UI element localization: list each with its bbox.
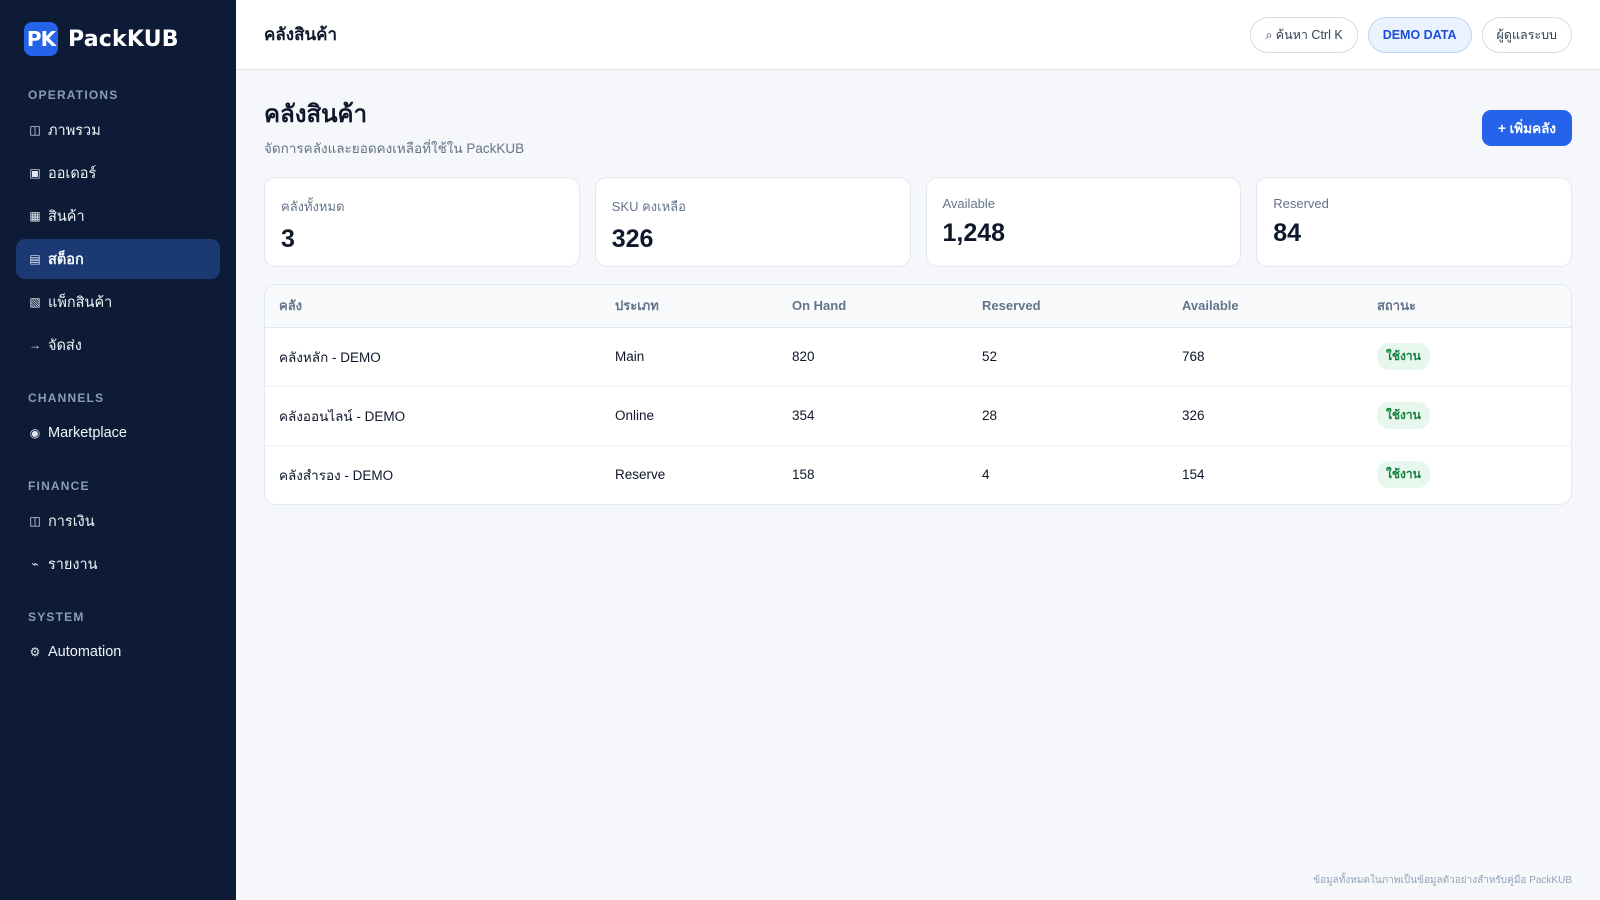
cell-reserved: 28 bbox=[968, 386, 1168, 446]
main-content: คลังสินค้า จัดการคลังและยอดคงเหลือที่ใช้… bbox=[264, 70, 1572, 505]
sidebar-item-label: การเงิน bbox=[48, 513, 95, 530]
finance-icon: ◫ bbox=[29, 514, 41, 528]
cell-type: Online bbox=[601, 386, 778, 446]
stat-value: 326 bbox=[611, 225, 654, 253]
cell-reserved: 52 bbox=[968, 327, 1168, 387]
page-heading: คลังสินค้า จัดการคลังและยอดคงเหลือที่ใช้… bbox=[264, 94, 524, 159]
stat-card-sku-remaining: SKU คงเหลือ 326 bbox=[594, 177, 911, 267]
section-title-system: SYSTEM bbox=[28, 610, 85, 624]
cell-status: ใช้งาน bbox=[1363, 386, 1571, 446]
sidebar-item-stock[interactable]: ▤ สต็อก bbox=[16, 239, 220, 279]
reports-icon: ⌁ bbox=[31, 557, 39, 571]
cell-status: ใช้งาน bbox=[1363, 445, 1571, 504]
status-badge: ใช้งาน bbox=[1377, 343, 1430, 370]
cell-reserved: 4 bbox=[982, 467, 990, 483]
sidebar-item-label: สินค้า bbox=[48, 208, 85, 225]
cell-warehouse-name: คลังออนไลน์ - DEMO bbox=[265, 386, 601, 446]
gear-icon: ⚙ bbox=[29, 645, 41, 659]
sidebar-item-label: แพ็กสินค้า bbox=[48, 294, 113, 311]
cell-type: Reserve bbox=[615, 467, 666, 483]
stat-label: Available bbox=[942, 196, 996, 211]
stat-label: คลังทั้งหมด bbox=[281, 199, 345, 214]
stats-row: คลังทั้งหมด 3 SKU คงเหลือ 326 Available … bbox=[264, 177, 1572, 267]
add-warehouse-button[interactable]: + เพิ่มคลัง bbox=[1482, 110, 1572, 146]
column-header-status[interactable]: สถานะ bbox=[1363, 285, 1571, 328]
stat-value: 84 bbox=[1273, 219, 1302, 247]
cell-available: 154 bbox=[1182, 467, 1205, 483]
cell-warehouse-name: คลังสำรอง - DEMO bbox=[279, 467, 394, 483]
table-row[interactable]: คลังหลัก - DEMO Main 820 52 768 ใช้งาน bbox=[265, 327, 1571, 387]
stat-label: SKU คงเหลือ bbox=[611, 199, 686, 214]
stock-icon: ▤ bbox=[29, 252, 41, 266]
cell-type: Main bbox=[601, 327, 778, 387]
user-menu-button[interactable]: ผู้ดูแลระบบ bbox=[1481, 16, 1572, 53]
topbar-title: คลังสินค้า bbox=[264, 25, 338, 44]
sidebar-item-packing[interactable]: ▧ แพ็กสินค้า bbox=[16, 282, 220, 322]
section-title-finance: FINANCE bbox=[28, 479, 90, 493]
packing-icon: ▧ bbox=[29, 295, 41, 309]
topbar-actions: ⌕ ค้นหา Ctrl K DEMO DATA ผู้ดูแลระบบ bbox=[1250, 16, 1572, 53]
dashboard-icon: ◫ bbox=[29, 123, 41, 137]
cell-status: ใช้งาน bbox=[1363, 327, 1571, 387]
brand-logo-icon: PK bbox=[24, 22, 58, 56]
topbar: คลังสินค้า ⌕ ค้นหา Ctrl K DEMO DATA ผู้ด… bbox=[236, 0, 1600, 70]
orders-icon: ▣ bbox=[29, 166, 41, 180]
sidebar-item-label: Marketplace bbox=[48, 425, 127, 441]
section-title-channels: CHANNELS bbox=[28, 391, 105, 405]
column-header-on-hand[interactable]: On Hand bbox=[778, 285, 968, 328]
brand[interactable]: PK PackKUB bbox=[16, 22, 220, 56]
stat-card-available: Available 1,248 bbox=[925, 177, 1242, 267]
sidebar-item-automation[interactable]: ⚙ Automation bbox=[16, 632, 220, 672]
table-row[interactable]: คลังสำรอง - DEMO Reserve 158 4 154 ใช้งา… bbox=[265, 445, 1571, 504]
sidebar-item-label: ออเดอร์ bbox=[48, 165, 97, 182]
sidebar-item-finance[interactable]: ◫ การเงิน bbox=[16, 501, 220, 541]
page-subtitle: จัดการคลังและยอดคงเหลือที่ใช้ใน PackKUB bbox=[264, 141, 525, 156]
demo-data-badge[interactable]: DEMO DATA bbox=[1367, 16, 1472, 53]
marketplace-icon: ◉ bbox=[29, 426, 41, 440]
status-badge: ใช้งาน bbox=[1377, 461, 1430, 489]
table-header-row: คลัง ประเภท On Hand Reserved Available ส… bbox=[265, 285, 1571, 328]
section-title-operations: OPERATIONS bbox=[28, 88, 119, 102]
products-icon: ▦ bbox=[29, 209, 41, 223]
sidebar-item-orders[interactable]: ▣ ออเดอร์ bbox=[16, 153, 220, 193]
column-header-available[interactable]: Available bbox=[1168, 285, 1363, 328]
brand-name: PackKUB bbox=[68, 26, 179, 52]
sidebar-item-shipping[interactable]: → จัดส่ง bbox=[16, 325, 220, 365]
column-header-reserved[interactable]: Reserved bbox=[968, 285, 1168, 328]
search-button[interactable]: ⌕ ค้นหา Ctrl K bbox=[1250, 16, 1358, 53]
cell-on-hand: 354 bbox=[778, 386, 968, 446]
table-row[interactable]: คลังออนไลน์ - DEMO Online 354 28 326 ใช้… bbox=[265, 386, 1571, 446]
cell-available: 326 bbox=[1168, 386, 1363, 446]
footer-note: ข้อมูลทั้งหมดในภาพเป็นข้อมูลตัวอย่างสำหร… bbox=[1313, 875, 1572, 886]
stat-label: Reserved bbox=[1273, 196, 1329, 211]
cell-warehouse-name: คลังหลัก - DEMO bbox=[265, 327, 601, 387]
sidebar-item-overview[interactable]: ◫ ภาพรวม bbox=[16, 110, 220, 150]
sidebar-item-label: ภาพรวม bbox=[48, 122, 101, 139]
arrow-right-icon: → bbox=[29, 338, 41, 352]
sidebar-item-label: จัดส่ง bbox=[48, 337, 82, 354]
cell-available: 768 bbox=[1168, 327, 1363, 387]
sidebar-item-label: รายงาน bbox=[48, 556, 98, 573]
sidebar: PK PackKUB OPERATIONS ◫ ภาพรวม ▣ ออเดอร์… bbox=[0, 0, 236, 900]
column-header-warehouse[interactable]: คลัง bbox=[265, 285, 601, 328]
sidebar-item-marketplace[interactable]: ◉ Marketplace bbox=[16, 413, 220, 453]
status-badge: ใช้งาน bbox=[1377, 402, 1430, 429]
page-header: คลังสินค้า จัดการคลังและยอดคงเหลือที่ใช้… bbox=[264, 94, 1572, 159]
stat-value: 3 bbox=[281, 225, 295, 253]
page-title: คลังสินค้า bbox=[264, 101, 368, 128]
stat-card-total-warehouses: คลังทั้งหมด 3 bbox=[264, 177, 580, 267]
sidebar-item-reports[interactable]: ⌁ รายงาน bbox=[16, 544, 220, 584]
column-header-type[interactable]: ประเภท bbox=[601, 285, 778, 328]
sidebar-item-products[interactable]: ▦ สินค้า bbox=[16, 196, 220, 236]
sidebar-item-label: สต็อก bbox=[48, 251, 84, 268]
stat-value: 1,248 bbox=[942, 219, 1006, 247]
warehouse-table: คลัง ประเภท On Hand Reserved Available ส… bbox=[264, 284, 1572, 505]
cell-on-hand: 158 bbox=[792, 467, 815, 483]
stat-card-reserved: Reserved 84 bbox=[1256, 177, 1572, 267]
sidebar-item-label: Automation bbox=[48, 644, 122, 660]
cell-on-hand: 820 bbox=[778, 327, 968, 387]
